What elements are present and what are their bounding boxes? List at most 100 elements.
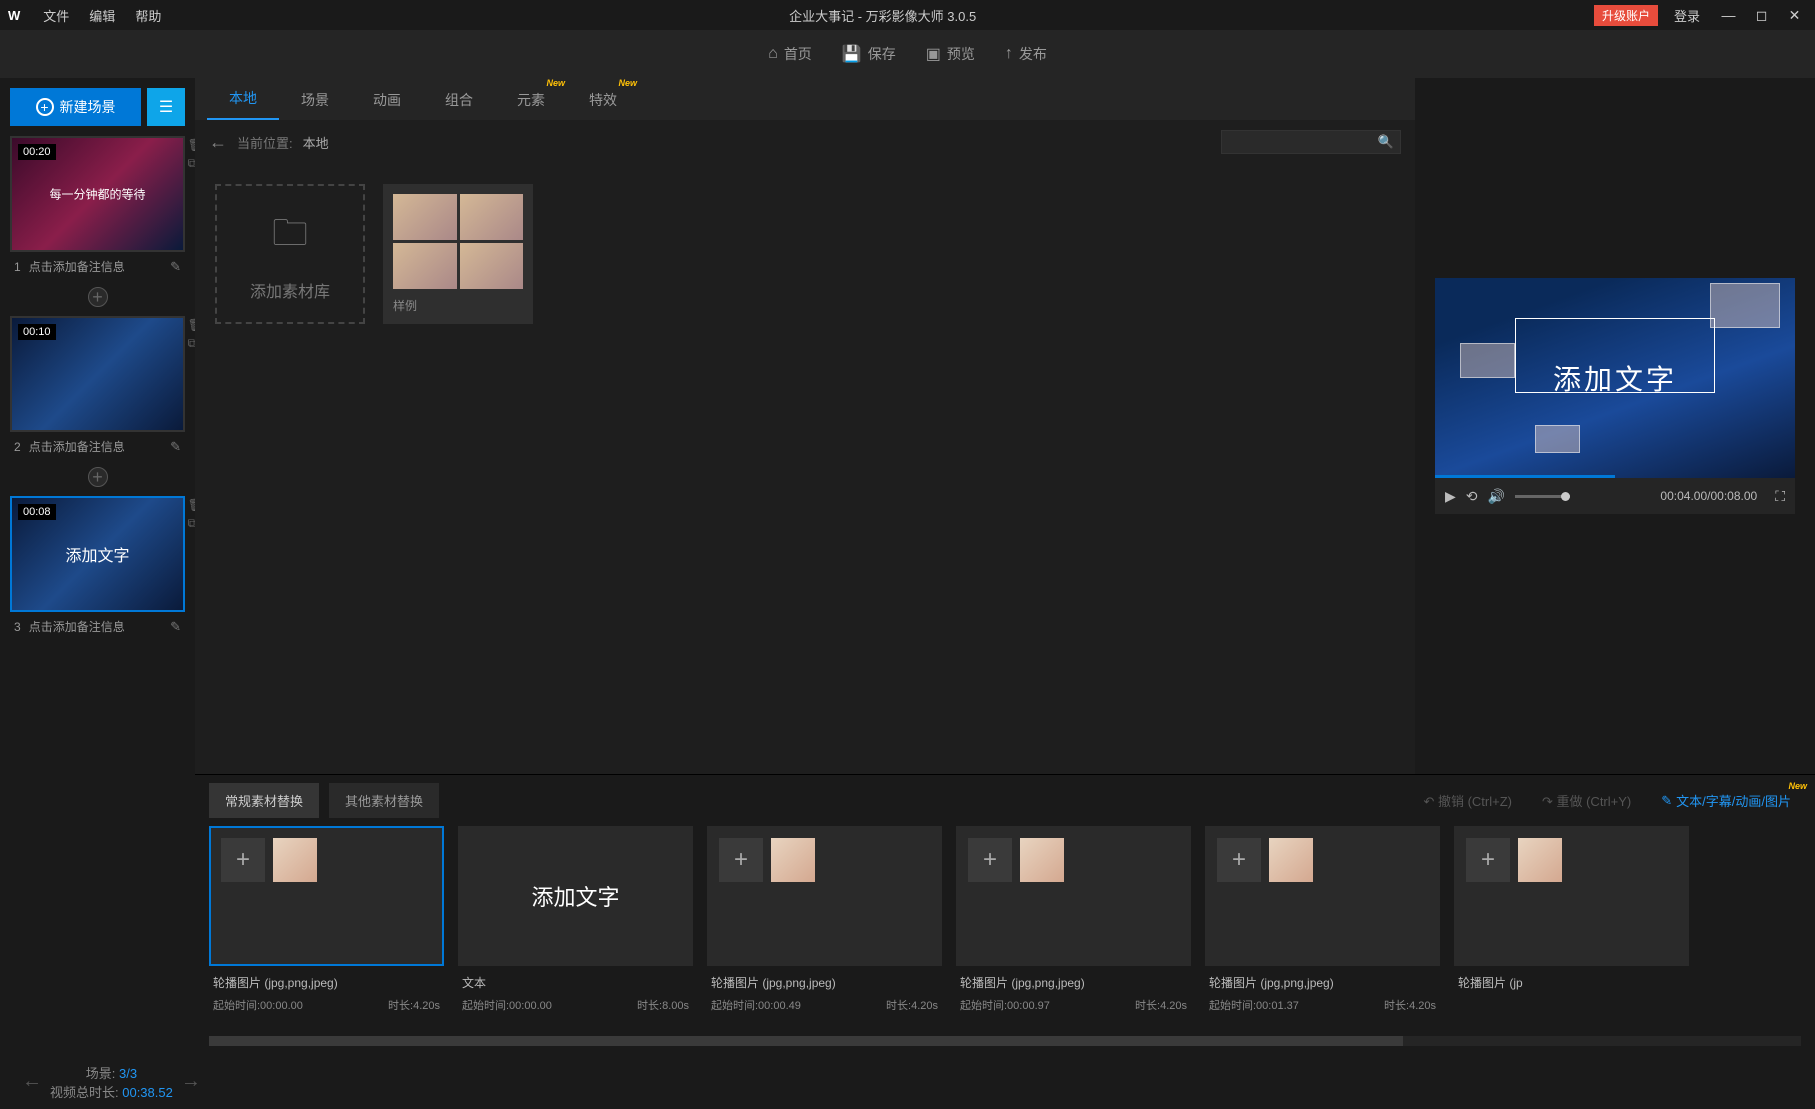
volume-slider[interactable] xyxy=(1515,495,1570,498)
folder-add-icon: 🗀 xyxy=(272,207,308,268)
pencil-icon: ✎ xyxy=(1661,793,1672,809)
add-scene-between[interactable]: + xyxy=(88,467,108,487)
clip-card[interactable]: + 轮播图片 (jpg,png,jpeg) 起始时间:00:00.00时长:4.… xyxy=(209,826,444,1032)
preview-icon: ▣ xyxy=(926,44,941,64)
clip-card[interactable]: + 轮播图片 (jpg,png,jpeg) 起始时间:00:01.37时长:4.… xyxy=(1205,826,1440,1032)
menu-help[interactable]: 帮助 xyxy=(125,6,171,25)
prev-scene-button[interactable]: ← xyxy=(14,1070,50,1093)
clip-thumbnail xyxy=(1269,838,1313,882)
tab-effect[interactable]: 特效New xyxy=(567,80,639,120)
tab-normal-replace[interactable]: 常规素材替换 xyxy=(209,783,319,818)
preview-video[interactable]: 添加文字 xyxy=(1435,278,1795,478)
delete-icon[interactable]: 🗑 xyxy=(188,498,195,512)
menu-file[interactable]: 文件 xyxy=(33,6,79,25)
clip-add-button[interactable]: + xyxy=(719,838,763,882)
maximize-button[interactable]: ◻ xyxy=(1749,7,1774,24)
breadcrumb: ← 当前位置: 本地 🔍 xyxy=(195,120,1415,164)
copy-icon[interactable]: ⧉ xyxy=(188,156,195,171)
clip-card[interactable]: + 轮播图片 (jp xyxy=(1454,826,1689,1032)
back-button[interactable]: ← xyxy=(209,132,227,153)
scene-time: 00:20 xyxy=(18,144,56,160)
clip-body: 添加文字 xyxy=(458,826,693,966)
scene-card-2[interactable]: 🗑⧉ 00:10 2点击添加备注信息✎ xyxy=(10,316,185,461)
tab-combo[interactable]: 组合 xyxy=(423,80,495,120)
home-icon: ⌂ xyxy=(768,45,778,63)
login-button[interactable]: 登录 xyxy=(1666,6,1708,25)
delete-icon[interactable]: 🗑 xyxy=(188,318,195,332)
menu-edit[interactable]: 编辑 xyxy=(79,6,125,25)
clip-meta: 轮播图片 (jp xyxy=(1454,966,1689,1005)
tab-scene[interactable]: 场景 xyxy=(279,80,351,120)
edit-icon[interactable]: ✎ xyxy=(170,619,181,635)
clip-add-button[interactable]: + xyxy=(1217,838,1261,882)
titlebar: W 文件 编辑 帮助 企业大事记 - 万彩影像大师 3.0.5 升级账户 登录 … xyxy=(0,0,1815,30)
plus-icon: + xyxy=(36,98,54,116)
save-icon: 💾 xyxy=(842,44,862,64)
horizontal-scrollbar[interactable] xyxy=(209,1036,1801,1046)
home-button[interactable]: ⌂首页 xyxy=(768,44,812,64)
clip-card[interactable]: + 轮播图片 (jpg,png,jpeg) 起始时间:00:00.97时长:4.… xyxy=(956,826,1191,1032)
publish-button[interactable]: ↑发布 xyxy=(1005,44,1047,64)
edit-icon[interactable]: ✎ xyxy=(170,259,181,275)
clip-meta: 轮播图片 (jpg,png,jpeg) 起始时间:00:01.37时长:4.20… xyxy=(1205,966,1440,1021)
close-button[interactable]: ✕ xyxy=(1782,7,1807,24)
clip-card[interactable]: + 轮播图片 (jpg,png,jpeg) 起始时间:00:00.49时长:4.… xyxy=(707,826,942,1032)
add-asset-library-button[interactable]: 🗀 添加素材库 xyxy=(215,184,365,324)
clip-body: + xyxy=(956,826,1191,966)
clip-add-button[interactable]: + xyxy=(221,838,265,882)
upgrade-button[interactable]: 升级账户 xyxy=(1594,5,1658,26)
scene-card-1[interactable]: 🗑⧉ 00:20 每一分钟都的等待 1点击添加备注信息✎ xyxy=(10,136,185,281)
asset-folder-sample[interactable]: 样例 xyxy=(383,184,533,324)
clip-meta: 文本 起始时间:00:00.00时长:8.00s xyxy=(458,966,693,1021)
player-time: 00:04.00/00:08.00 xyxy=(1660,489,1757,503)
clip-meta: 轮播图片 (jpg,png,jpeg) 起始时间:00:00.00时长:4.20… xyxy=(209,966,444,1021)
clip-add-button[interactable]: + xyxy=(1466,838,1510,882)
clip-card[interactable]: 添加文字 文本 起始时间:00:00.00时长:8.00s xyxy=(458,826,693,1032)
copy-icon[interactable]: ⧉ xyxy=(188,516,195,531)
play-button[interactable]: ▶ xyxy=(1445,488,1456,505)
clip-thumbnail xyxy=(1518,838,1562,882)
fullscreen-button[interactable]: ⛶ xyxy=(1775,488,1785,505)
new-scene-button[interactable]: + 新建场景 xyxy=(10,88,141,126)
loop-button[interactable]: ⟲ xyxy=(1466,488,1478,505)
redo-button[interactable]: ↷ 重做 (Ctrl+Y) xyxy=(1532,791,1641,810)
scene-card-3[interactable]: 🗑⧉ 00:08 添加文字 3点击添加备注信息✎ xyxy=(10,496,185,641)
minimize-button[interactable]: — xyxy=(1716,7,1741,23)
tab-element[interactable]: 元素New xyxy=(495,80,567,120)
preview-button[interactable]: ▣预览 xyxy=(926,44,975,64)
clips-row: + 轮播图片 (jpg,png,jpeg) 起始时间:00:00.00时长:4.… xyxy=(195,826,1815,1032)
save-button[interactable]: 💾保存 xyxy=(842,44,896,64)
sort-icon: ☰ xyxy=(159,97,173,117)
clip-add-button[interactable]: + xyxy=(968,838,1012,882)
sort-scenes-button[interactable]: ☰ xyxy=(147,88,185,126)
clip-thumbnail xyxy=(1020,838,1064,882)
add-scene-between[interactable]: + xyxy=(88,287,108,307)
tab-other-replace[interactable]: 其他素材替换 xyxy=(329,783,439,818)
main-toolbar: ⌂首页 💾保存 ▣预览 ↑发布 xyxy=(0,30,1815,78)
progress-bar[interactable] xyxy=(1435,475,1615,478)
edit-icon[interactable]: ✎ xyxy=(170,439,181,455)
status-bar: ← 场景: 3/3 视频总时长: 00:38.52 → xyxy=(0,1054,1815,1109)
text-subtitle-link[interactable]: ✎ 文本/字幕/动画/图片 New xyxy=(1651,791,1801,810)
tab-local[interactable]: 本地 xyxy=(207,78,279,120)
scene-time: 00:10 xyxy=(18,324,56,340)
bottom-panel: 常规素材替换 其他素材替换 ↶ 撤销 (Ctrl+Z) ↷ 重做 (Ctrl+Y… xyxy=(195,774,1815,1054)
app-logo: W xyxy=(8,8,18,23)
next-scene-button[interactable]: → xyxy=(173,1070,209,1093)
volume-button[interactable]: 🔊 xyxy=(1488,488,1505,505)
clip-meta: 轮播图片 (jpg,png,jpeg) 起始时间:00:00.97时长:4.20… xyxy=(956,966,1191,1021)
scene-sidebar: + 新建场景 ☰ 🗑⧉ 00:20 每一分钟都的等待 1点击添加备注信息✎ + … xyxy=(0,78,195,1054)
copy-icon[interactable]: ⧉ xyxy=(188,336,195,351)
undo-button[interactable]: ↶ 撤销 (Ctrl+Z) xyxy=(1413,791,1522,810)
publish-icon: ↑ xyxy=(1005,45,1013,63)
delete-icon[interactable]: 🗑 xyxy=(188,138,195,152)
clip-body: + xyxy=(1454,826,1689,966)
tab-anim[interactable]: 动画 xyxy=(351,80,423,120)
clip-meta: 轮播图片 (jpg,png,jpeg) 起始时间:00:00.49时长:4.20… xyxy=(707,966,942,1021)
player-controls: ▶ ⟲ 🔊 00:04.00/00:08.00 ⛶ xyxy=(1435,478,1795,514)
search-input[interactable]: 🔍 xyxy=(1221,130,1401,154)
clip-body: + xyxy=(707,826,942,966)
clip-thumbnail xyxy=(273,838,317,882)
asset-tabs: 本地 场景 动画 组合 元素New 特效New xyxy=(195,78,1415,120)
clip-body: + xyxy=(209,826,444,966)
